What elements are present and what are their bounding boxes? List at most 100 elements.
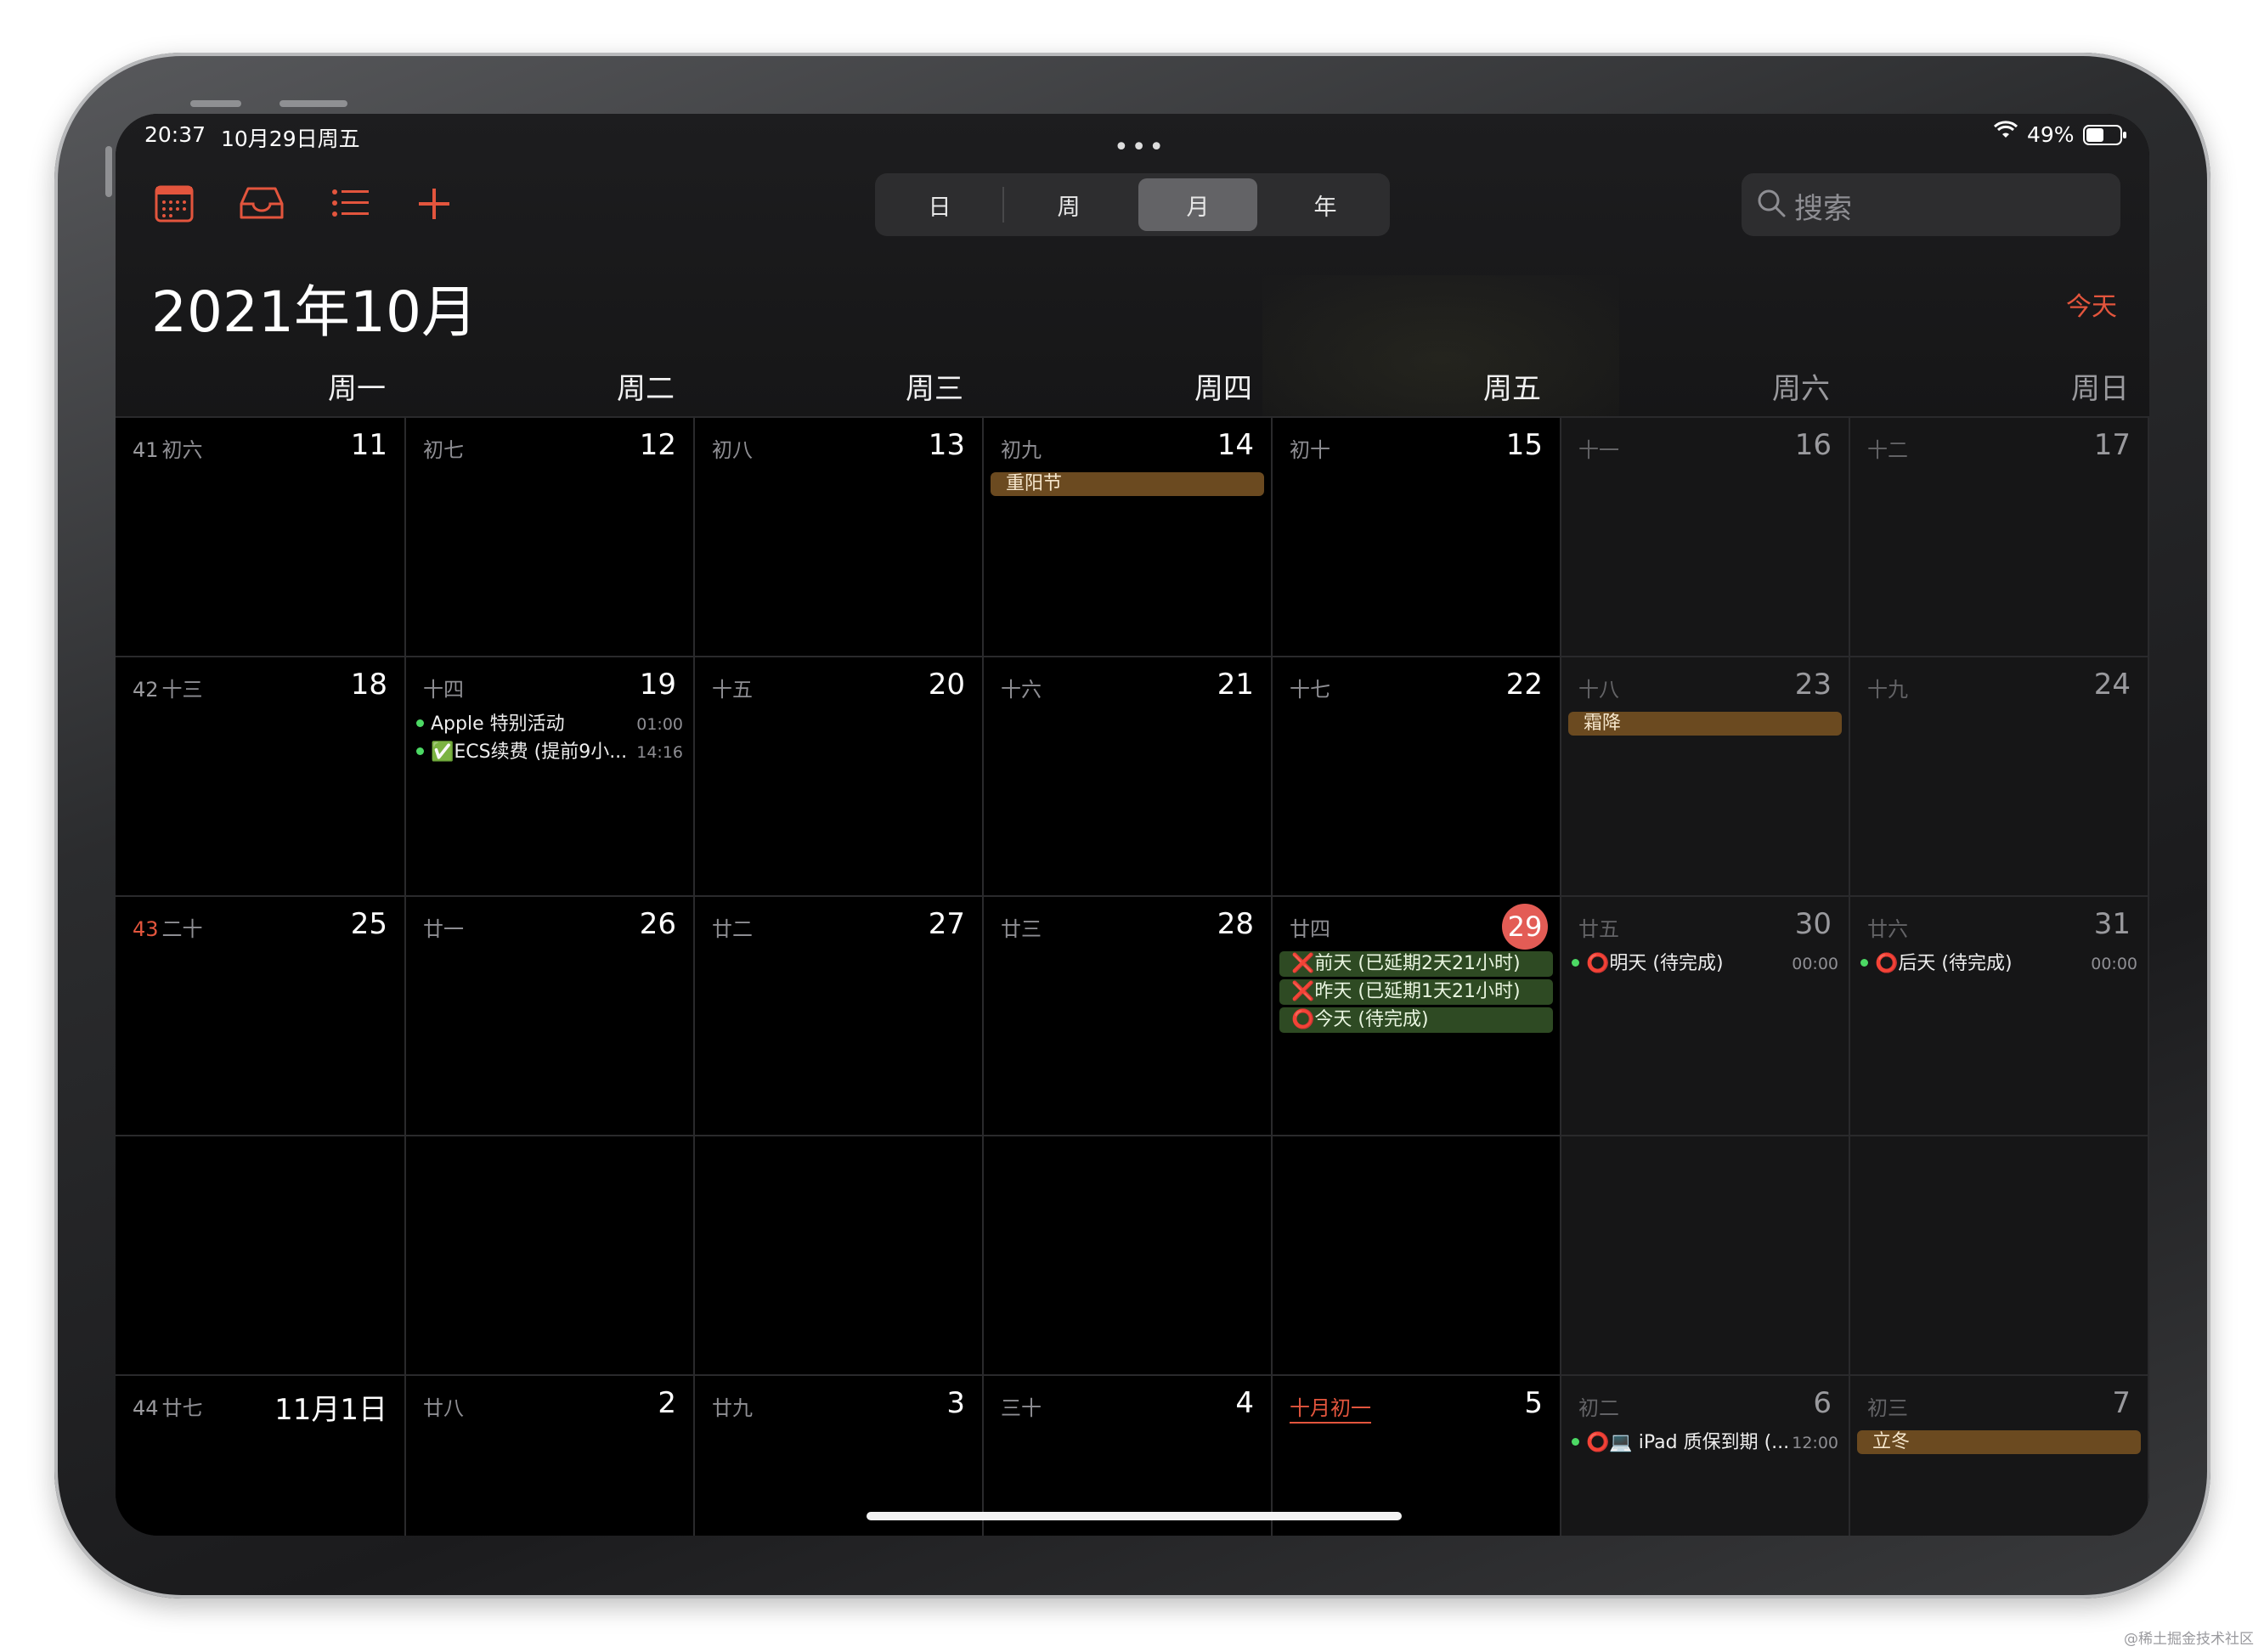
day-cell[interactable] xyxy=(984,1135,1273,1374)
timed-event[interactable]: ⭕明天 (待完成) 00:00 xyxy=(1568,951,1838,977)
search-icon xyxy=(1755,187,1789,228)
day-number: 12 xyxy=(639,428,676,462)
tab-year[interactable]: 年 xyxy=(1266,178,1385,231)
day-cell[interactable]: 廿二 27 xyxy=(695,895,984,1135)
calendar-dot-icon xyxy=(1572,959,1579,967)
day-cell[interactable]: 十二 17 xyxy=(1850,416,2149,656)
day-cell[interactable]: 初二 6 ⭕💻 iPad 质保到期 (... 12:00 xyxy=(1561,1374,1850,1536)
day-number: 23 xyxy=(1794,668,1832,702)
day-cell[interactable]: 廿八 2 xyxy=(406,1374,695,1536)
lunar-date: 十八 xyxy=(1578,678,1619,702)
event-title: ⭕💻 iPad 质保到期 (... xyxy=(1586,1432,1790,1453)
day-cell[interactable] xyxy=(695,1135,984,1374)
day-number: 16 xyxy=(1794,428,1832,462)
weekday-label: 周四 xyxy=(1194,372,1252,406)
day-cell[interactable]: 十六 21 xyxy=(984,656,1273,895)
weekday-label: 周三 xyxy=(906,372,963,406)
timed-event[interactable]: ✅ECS续费 (提前9小... 14:16 xyxy=(413,740,683,765)
day-cell[interactable] xyxy=(1273,1135,1561,1374)
day-cell[interactable]: 初三 7 立冬 xyxy=(1850,1374,2149,1536)
lunar-date: 廿九 xyxy=(712,1396,753,1420)
search-placeholder: 搜索 xyxy=(1794,192,1852,226)
event-title: ⭕后天 (待完成) xyxy=(1875,953,2013,974)
day-cell[interactable]: 初十 15 xyxy=(1273,416,1561,656)
day-number: 17 xyxy=(2093,428,2131,462)
lunar-date: 廿五 xyxy=(1578,917,1619,941)
day-number: 15 xyxy=(1505,428,1543,462)
day-cell[interactable] xyxy=(116,1135,406,1374)
search-input[interactable]: 搜索 xyxy=(1742,173,2120,236)
inbox-icon[interactable] xyxy=(238,182,291,231)
view-segmented-control: 日 周 月 年 xyxy=(875,173,1390,236)
lunar-date: 43 二十 xyxy=(133,917,203,941)
day-number: 11月1日 xyxy=(274,1393,387,1427)
lunar-date: 十一 xyxy=(1578,438,1619,462)
lunar-date: 初九 xyxy=(1001,438,1042,462)
timed-event[interactable]: Apple 特别活动 01:00 xyxy=(413,712,683,737)
home-indicator[interactable] xyxy=(867,1512,1402,1520)
calendar-dot-icon xyxy=(416,747,424,755)
day-cell[interactable]: 初八 13 xyxy=(695,416,984,656)
multitasking-dots-icon[interactable]: ••• xyxy=(1114,132,1166,162)
day-cell[interactable]: 44 廿七 11月1日 xyxy=(116,1374,406,1536)
day-cell[interactable]: 廿六 31 ⭕后天 (待完成) 00:00 xyxy=(1850,895,2149,1135)
day-cell[interactable]: 初七 12 xyxy=(406,416,695,656)
event-time: 00:00 xyxy=(1792,955,1838,973)
day-number: 13 xyxy=(928,428,965,462)
day-number: 14 xyxy=(1217,428,1254,462)
page-title: 2021年10月 xyxy=(151,279,477,345)
day-number: 30 xyxy=(1794,907,1832,941)
day-cell[interactable]: 十四 19 Apple 特别活动 01:00 ✅ECS续费 (提前9小... 14:16 xyxy=(406,656,695,895)
battery-icon xyxy=(2083,124,2127,151)
day-cell[interactable]: 十八 23 霜降 xyxy=(1561,656,1850,895)
day-cell[interactable]: 初九 14 重阳节 xyxy=(984,416,1273,656)
week-number: 41 xyxy=(133,438,159,462)
day-cell[interactable]: 廿一 26 xyxy=(406,895,695,1135)
calendars-icon[interactable] xyxy=(153,182,206,231)
lunar-date: 廿一 xyxy=(423,917,464,941)
screen: 20:37 10月29日周五 ••• 49% 日 周 月 年 搜索 2021年1… xyxy=(116,114,2149,1536)
day-cell[interactable]: 43 二十 25 xyxy=(116,895,406,1135)
day-cell[interactable] xyxy=(406,1135,695,1374)
timed-event[interactable]: ⭕💻 iPad 质保到期 (... 12:00 xyxy=(1568,1430,1838,1456)
side-button xyxy=(105,146,112,197)
day-cell[interactable]: 廿三 28 xyxy=(984,895,1273,1135)
today-button[interactable]: 今天 xyxy=(2066,285,2117,323)
calendar-dot-icon xyxy=(1860,959,1868,967)
tab-day[interactable]: 日 xyxy=(880,178,999,231)
list-icon[interactable] xyxy=(330,182,382,231)
timed-event[interactable]: ⭕后天 (待完成) 00:00 xyxy=(1857,951,2137,977)
segment-divider xyxy=(1002,187,1004,223)
tab-week[interactable]: 周 xyxy=(1009,178,1128,231)
week-number: 44 xyxy=(133,1396,159,1420)
reminder-event[interactable]: ❌昨天 (已延期1天21小时) xyxy=(1279,979,1553,1005)
day-cell[interactable]: 廿四 29 ❌前天 (已延期2天21小时) ❌昨天 (已延期1天21小时) ⭕今天 (待… xyxy=(1273,895,1561,1135)
weekday-label: 周五 xyxy=(1483,372,1541,406)
day-number: 25 xyxy=(350,907,387,941)
lunar-date: 41 初六 xyxy=(133,438,203,462)
holiday-event[interactable]: 重阳节 xyxy=(991,472,1264,496)
wifi-icon xyxy=(1993,121,2018,146)
holiday-event[interactable]: 立冬 xyxy=(1857,1430,2141,1454)
day-number: 27 xyxy=(928,907,965,941)
add-event-icon[interactable] xyxy=(415,182,467,231)
reminder-event[interactable]: ❌前天 (已延期2天21小时) xyxy=(1279,951,1553,977)
event-time: 01:00 xyxy=(636,715,683,734)
lunar-date: 廿二 xyxy=(712,917,753,941)
lunar-date: 初二 xyxy=(1578,1396,1619,1420)
day-cell[interactable]: 十七 22 xyxy=(1273,656,1561,895)
day-cell[interactable]: 十五 20 xyxy=(695,656,984,895)
day-number: 18 xyxy=(350,668,387,702)
day-cell[interactable]: 廿五 30 ⭕明天 (待完成) 00:00 xyxy=(1561,895,1850,1135)
day-cell[interactable] xyxy=(1850,1135,2149,1374)
day-cell[interactable] xyxy=(1561,1135,1850,1374)
day-cell[interactable]: 42 十三 18 xyxy=(116,656,406,895)
tab-month[interactable]: 月 xyxy=(1138,178,1257,231)
today-marker: 29 xyxy=(1502,904,1548,950)
reminder-event[interactable]: ⭕今天 (待完成) xyxy=(1279,1007,1553,1033)
day-cell[interactable]: 41 初六 11 xyxy=(116,416,406,656)
event-time: 12:00 xyxy=(1792,1434,1838,1452)
holiday-event[interactable]: 霜降 xyxy=(1568,712,1842,736)
day-cell[interactable]: 十一 16 xyxy=(1561,416,1850,656)
day-cell[interactable]: 十九 24 xyxy=(1850,656,2149,895)
